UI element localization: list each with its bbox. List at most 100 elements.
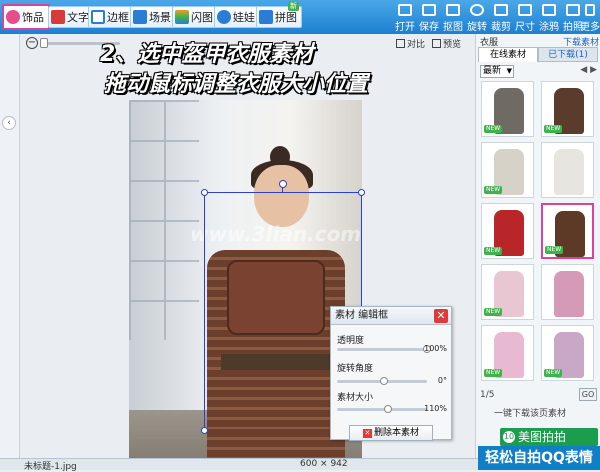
resize-handle-top-left[interactable] [201, 189, 208, 196]
tab-puzzle[interactable]: 拼图 新 [256, 2, 302, 28]
costume-preview [554, 271, 584, 317]
resize-handle-top-right[interactable] [358, 189, 365, 196]
collapse-arrow-icon[interactable]: ‹ [2, 116, 16, 130]
background-window [129, 100, 199, 340]
material-thumbnail[interactable]: NEW [481, 325, 534, 381]
page-indicator: 1/5 [480, 390, 495, 400]
next-page-icon[interactable]: ▶ [590, 65, 597, 75]
meitu-paipai-banner[interactable]: 10 美图拍拍 [500, 428, 598, 446]
size-slider-thumb[interactable] [384, 405, 393, 413]
material-thumbnail[interactable]: NEW [481, 264, 534, 320]
tab-accessories[interactable]: 饰品 [2, 4, 50, 30]
open-button[interactable]: 打开 [392, 3, 418, 33]
scene-icon [133, 10, 147, 24]
material-thumbnail[interactable] [541, 264, 594, 320]
tab-flash[interactable]: 闪图 [172, 6, 218, 28]
delete-material-button[interactable]: ✕ 删除本素材 [349, 425, 433, 441]
material-thumbnail[interactable]: NEW [481, 142, 534, 198]
tab-online-materials[interactable]: 在线素材 [478, 47, 538, 62]
new-badge: 新 [288, 2, 299, 11]
tab-scene[interactable]: 场景 [130, 6, 176, 28]
resize-icon [518, 4, 532, 16]
opacity-value: 100% [424, 344, 447, 353]
more-button[interactable]: 更多 [580, 3, 600, 33]
tool-label: 保存 [419, 22, 439, 33]
size-value: 110% [424, 404, 447, 413]
tool-label: 抠图 [443, 22, 463, 33]
tab-label: 文字 [67, 11, 89, 24]
material-edit-panel: 素材 编辑框 ✕ 透明度 100% 旋转角度 0° 素材大小 110% ✕ 删除本… [330, 306, 452, 441]
annotation-line-1: 2、选中盔甲衣服素材 [100, 42, 314, 67]
rotate-handle[interactable] [279, 180, 287, 188]
prev-page-icon[interactable]: ◀ [580, 65, 587, 75]
delete-label: 删除本素材 [373, 428, 419, 438]
material-thumbnail-selected[interactable]: NEW [541, 203, 594, 259]
tab-label: 娃娃 [233, 11, 255, 24]
close-icon[interactable]: ✕ [434, 309, 448, 323]
download-page-button[interactable]: 一键下载该页素材 [494, 406, 566, 419]
rotate-icon [470, 4, 484, 16]
tool-label: 打开 [395, 22, 415, 33]
save-button[interactable]: 保存 [416, 3, 442, 33]
status-bar: 未标题-1.jpg 600 × 942 [0, 458, 478, 472]
rotation-value: 0° [437, 376, 447, 385]
new-tag: NEW [484, 125, 503, 133]
tutorial-annotation: 2、选中盔甲衣服素材 拖动鼠标调整衣服大小位置 [100, 40, 480, 100]
new-tag: NEW [544, 125, 563, 133]
tab-frame[interactable]: 边框 [88, 6, 134, 28]
tab-downloaded-materials[interactable]: 已下载(1) [538, 47, 598, 62]
material-tabs: 在线素材 已下载(1) [476, 47, 600, 62]
rotation-slider-thumb[interactable] [380, 377, 388, 385]
material-thumbnail[interactable] [541, 142, 594, 198]
material-panel-header: 衣服 下载素材 [476, 34, 600, 48]
annotation-line-2: 拖动鼠标调整衣服大小位置 [104, 72, 369, 97]
size-slider[interactable] [337, 408, 427, 411]
opacity-slider[interactable] [337, 348, 427, 351]
sort-dropdown[interactable]: 最新 ▼ [480, 65, 514, 78]
tool-label: 裁剪 [491, 22, 511, 33]
new-tag: NEW [484, 186, 503, 194]
tab-label: 拼图 [275, 11, 297, 24]
cutout-icon [446, 4, 460, 16]
material-thumbnail[interactable]: NEW [541, 325, 594, 381]
main-toolbar: 饰品 文字 边框 场景 闪图 娃娃 拼图 新 打开 保存 抠图 旋转 裁剪 尺寸… [0, 0, 600, 34]
heart-icon [6, 10, 20, 24]
rotate-button[interactable]: 旋转 [464, 3, 490, 33]
opacity-label: 透明度 [337, 336, 365, 346]
badge-icon: 10 [503, 431, 515, 443]
new-tag: NEW [544, 369, 563, 377]
tab-label: 边框 [107, 11, 129, 24]
crop-button[interactable]: 裁剪 [488, 3, 514, 33]
tab-label: 饰品 [22, 11, 44, 24]
material-thumbnail[interactable]: NEW [541, 81, 594, 137]
resize-button[interactable]: 尺寸 [512, 3, 538, 33]
tab-label: 场景 [149, 11, 171, 24]
resize-handle-bottom-left[interactable] [201, 427, 208, 434]
qq-emoji-banner[interactable]: 轻松自拍QQ表情 [478, 446, 600, 470]
zoom-out-icon[interactable]: − [26, 37, 38, 49]
flash-icon [175, 10, 189, 24]
doll-icon [217, 10, 231, 24]
new-tag: NEW [484, 369, 503, 377]
tab-doll[interactable]: 娃娃 [214, 6, 260, 28]
crop-icon [494, 4, 508, 16]
zoom-slider-thumb[interactable] [40, 38, 48, 48]
material-thumbnail[interactable]: NEW [481, 81, 534, 137]
size-label: 素材大小 [337, 393, 374, 403]
material-thumbnail[interactable]: NEW [481, 203, 534, 259]
tool-label: 尺寸 [515, 22, 535, 33]
text-icon [51, 10, 65, 24]
cutout-button[interactable]: 抠图 [440, 3, 466, 33]
tool-label: 更多 [580, 22, 600, 33]
puzzle-icon [259, 10, 273, 24]
go-button[interactable]: GO [579, 388, 597, 401]
more-icon [585, 4, 595, 16]
new-tag: NEW [545, 246, 564, 254]
doodle-button[interactable]: 涂鸦 [536, 3, 562, 33]
costume-preview [554, 149, 584, 195]
material-pager: 1/5 GO 一键下载该页素材 [476, 386, 600, 426]
tool-label: 涂鸦 [539, 22, 559, 33]
page-arrows[interactable]: ◀ ▶ [580, 65, 597, 75]
material-panel: 衣服 下载素材 在线素材 已下载(1) 最新 ▼ ◀ ▶ NEW NEW NEW NEW… [475, 34, 600, 458]
image-dimensions: 600 × 942 [300, 459, 348, 469]
